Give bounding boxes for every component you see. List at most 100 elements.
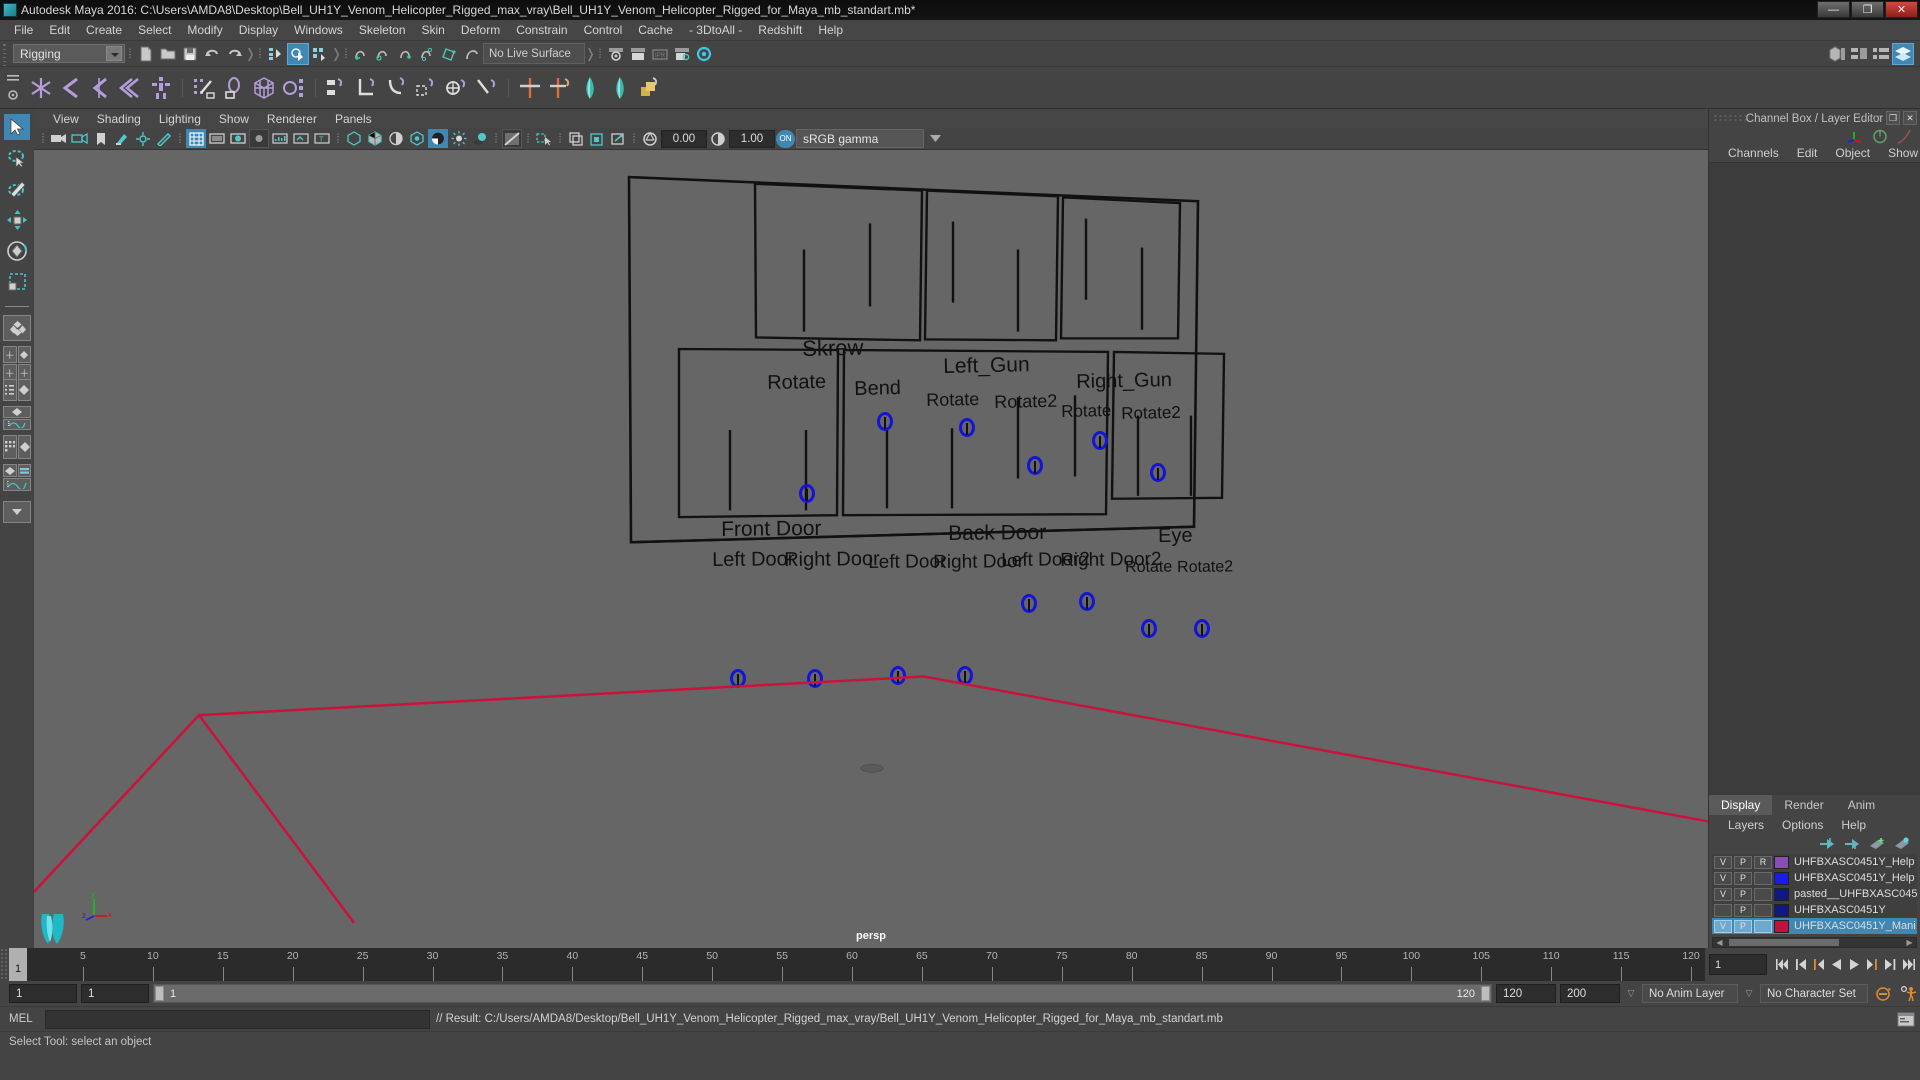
step-back-key-icon[interactable] <box>1793 956 1808 974</box>
snap-to-view-plane-icon[interactable] <box>439 43 461 65</box>
menu-create[interactable]: Create <box>78 20 130 41</box>
go-to-start-icon[interactable] <box>1775 956 1790 974</box>
layer-playback-toggle-2[interactable]: P <box>1734 887 1752 901</box>
color-management-toggle[interactable]: ON <box>776 129 795 148</box>
snap-to-projected-center-icon[interactable] <box>417 43 439 65</box>
quick-layout-outliner-cell[interactable] <box>3 379 17 401</box>
channel-menu-show[interactable]: Show <box>1879 146 1920 160</box>
color-profile-chevron-down-icon[interactable] <box>925 129 945 148</box>
aim-constraint-icon[interactable] <box>442 73 472 103</box>
copy-deformer-weights-icon[interactable] <box>635 73 665 103</box>
xray-toggle-icon[interactable] <box>566 129 586 148</box>
undo-icon[interactable] <box>201 43 223 65</box>
redo-icon[interactable] <box>223 43 245 65</box>
range-slider-right-handle[interactable] <box>1481 986 1490 1001</box>
viewport-menu-panels[interactable]: Panels <box>326 112 381 126</box>
quick-layout-persp-cell-4[interactable] <box>3 464 17 477</box>
quick-layout-single-perspective[interactable] <box>3 315 31 341</box>
maximize-button[interactable]: ❐ <box>1851 1 1884 18</box>
exposure-icon[interactable] <box>270 129 290 148</box>
mirror-joint-icon[interactable] <box>515 73 545 103</box>
step-forward-key-icon[interactable] <box>1883 956 1898 974</box>
menu-constrain[interactable]: Constrain <box>508 20 575 41</box>
range-slider-left-handle[interactable] <box>155 986 164 1001</box>
render-current-frame-icon[interactable] <box>605 43 627 65</box>
open-scene-icon[interactable] <box>157 43 179 65</box>
display-layer-list[interactable]: V P R UHFBXASC0451Y_Help V P UHFBXASC045… <box>1712 854 1917 934</box>
tab-anim[interactable]: Anim <box>1836 795 1887 815</box>
select-camera-icon[interactable] <box>49 129 69 148</box>
panel-undock-button[interactable]: ❐ <box>1886 111 1900 125</box>
auto-keyframe-toggle-icon[interactable] <box>1872 985 1894 1003</box>
go-to-end-icon[interactable] <box>1901 956 1916 974</box>
ipr-render-icon[interactable] <box>627 43 649 65</box>
move-layer-down-icon[interactable] <box>1844 837 1860 850</box>
ik-spline-handle-tool-icon[interactable] <box>86 73 116 103</box>
layer-color-swatch-4[interactable] <box>1774 919 1789 933</box>
layer-row-4[interactable]: V P UHFBXASC0451Y_Mani <box>1712 918 1917 934</box>
speed-dial-icon[interactable] <box>1872 129 1888 144</box>
gate-mask-icon[interactable] <box>249 129 269 148</box>
ik-handle-tool-icon[interactable] <box>56 73 86 103</box>
range-start-time-field[interactable]: 1 <box>81 984 149 1003</box>
layer-reference-toggle-3[interactable] <box>1754 903 1772 917</box>
layer-playback-toggle-1[interactable]: P <box>1734 871 1752 885</box>
layer-name-2[interactable]: pasted__UHFBXASC045 <box>1791 888 1917 900</box>
channel-menu-edit[interactable]: Edit <box>1788 146 1827 160</box>
make-live-icon[interactable] <box>461 43 483 65</box>
quick-layout-hypershade-cell[interactable] <box>3 435 17 459</box>
time-slider-track[interactable]: 5 10 15 20 25 30 35 40 45 50 55 60 65 70 75 80 85 90 95 100… <box>27 948 1705 981</box>
shadows-icon[interactable] <box>470 129 490 148</box>
menu-cache[interactable]: Cache <box>630 20 681 41</box>
resolution-gate-icon[interactable] <box>228 129 248 148</box>
menu-skeleton[interactable]: Skeleton <box>351 20 414 41</box>
layer-visibility-toggle-4[interactable]: V <box>1714 919 1732 933</box>
anim-end-time-field[interactable]: 200 <box>1560 984 1620 1003</box>
layer-reference-toggle-0[interactable]: R <box>1754 855 1772 869</box>
xray-text-icon[interactable]: T <box>312 129 332 148</box>
point-constraint-icon[interactable] <box>352 73 382 103</box>
layer-reference-toggle-4[interactable] <box>1754 919 1772 933</box>
channel-box-list[interactable] <box>1709 162 1920 795</box>
move-layer-up-icon[interactable] <box>1819 837 1835 850</box>
grease-pencil-icon[interactable] <box>154 129 174 148</box>
snap-to-grid-icon[interactable] <box>351 43 373 65</box>
grid-toggle-icon[interactable] <box>186 129 206 148</box>
play-forwards-icon[interactable] <box>1847 956 1862 974</box>
character-set-field[interactable]: No Character Set <box>1760 984 1868 1003</box>
insert-joint-tool-icon[interactable] <box>116 73 146 103</box>
channel-menu-object[interactable]: Object <box>1826 146 1879 160</box>
lasso-tool-icon[interactable] <box>4 145 30 171</box>
scrollbar-thumb[interactable] <box>1729 939 1839 946</box>
quick-rig-icon[interactable] <box>146 73 176 103</box>
shade-wireframe-icon[interactable] <box>386 129 406 148</box>
layer-name-4[interactable]: UHFBXASC0451Y_Mani <box>1791 920 1916 932</box>
use-default-material-icon[interactable] <box>407 129 427 148</box>
smooth-shading-icon[interactable] <box>365 129 385 148</box>
quick-layout-hypershade-persp[interactable] <box>3 435 31 459</box>
shelf-tabs-control[interactable] <box>0 67 26 109</box>
viewport-menu-show[interactable]: Show <box>210 112 258 126</box>
create-new-layer-icon[interactable] <box>1869 837 1885 850</box>
create-deformer-icon[interactable] <box>575 73 605 103</box>
parent-constraint-icon[interactable] <box>322 73 352 103</box>
panel-close-icon[interactable]: ✕ <box>1903 111 1917 125</box>
range-end-time-field[interactable]: 120 <box>1496 984 1556 1003</box>
viewport-menu-view[interactable]: View <box>44 112 88 126</box>
quick-layout-persp-cell-2[interactable] <box>3 406 31 418</box>
quick-layout-persp-graph[interactable] <box>3 406 31 430</box>
screenspace-aa-icon[interactable] <box>502 129 522 148</box>
quick-layout-four-view[interactable]: ＋ ＋ ＋ <box>3 346 31 381</box>
film-gate-icon[interactable] <box>207 129 227 148</box>
pole-vector-constraint-icon[interactable] <box>472 73 502 103</box>
scale-tool-icon[interactable] <box>4 269 30 295</box>
quick-layout-persp-cell[interactable] <box>17 379 31 401</box>
image-plane-icon[interactable] <box>112 129 132 148</box>
menu-edit[interactable]: Edit <box>41 20 78 41</box>
current-frame-field[interactable]: 1 <box>1709 954 1767 975</box>
two-d-pan-zoom-icon[interactable] <box>133 129 153 148</box>
display-layer-icon[interactable] <box>291 129 311 148</box>
menu-windows[interactable]: Windows <box>286 20 351 41</box>
range-slider[interactable]: 1 120 <box>153 984 1492 1003</box>
gamma-field[interactable]: 1.00 <box>729 129 775 148</box>
